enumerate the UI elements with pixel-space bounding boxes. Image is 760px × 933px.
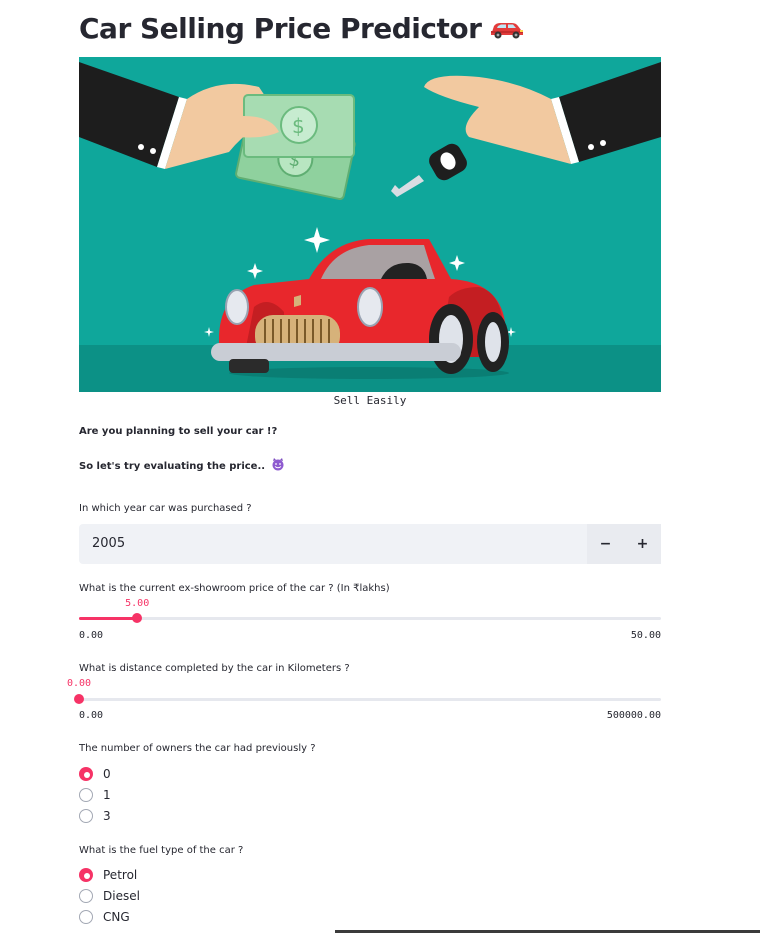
radio-option-label: 1 (103, 788, 111, 802)
km-slider-min: 0.00 (79, 710, 104, 721)
fuel-option-diesel[interactable]: Diesel (79, 887, 140, 905)
price-slider-thumb[interactable] (132, 613, 143, 623)
hero-image: $ $ (79, 57, 661, 392)
fuel-option-cng[interactable]: CNG (79, 908, 130, 926)
increment-button[interactable]: + (624, 524, 661, 564)
svg-text:$: $ (292, 114, 305, 138)
year-number-input[interactable]: 2005 − + (79, 524, 661, 564)
intro-prompt: So let's try evaluating the price.. (79, 458, 285, 474)
price-slider-label: What is the current ex-showroom price of… (79, 583, 390, 594)
price-slider-min: 0.00 (79, 630, 104, 641)
smiling-devil-emoji-icon (271, 458, 285, 474)
radio-button[interactable] (79, 767, 93, 781)
radio-button[interactable] (79, 809, 93, 823)
owners-option-3[interactable]: 3 (79, 807, 111, 825)
radio-button[interactable] (79, 889, 93, 903)
intro-prompt-text: So let's try evaluating the price.. (79, 461, 266, 472)
owners-option-1[interactable]: 1 (79, 786, 111, 804)
fuel-radio-label: What is the fuel type of the car ? (79, 845, 244, 856)
radio-option-label: Diesel (103, 889, 140, 903)
km-slider-value: 0.00 (66, 678, 92, 689)
price-slider[interactable] (79, 613, 661, 623)
hero-caption: Sell Easily (333, 394, 407, 407)
year-input-value[interactable]: 2005 (92, 536, 125, 551)
radio-button[interactable] (79, 910, 93, 924)
owners-option-0[interactable]: 0 (79, 765, 111, 783)
page-title: Car Selling Price Predictor (79, 12, 525, 47)
intro-question: Are you planning to sell your car !? (79, 426, 278, 437)
price-slider-max: 50.00 (630, 630, 661, 641)
owners-radio-label: The number of owners the car had previou… (79, 743, 316, 754)
km-slider-label: What is distance completed by the car in… (79, 663, 350, 674)
km-slider[interactable] (74, 694, 661, 704)
radio-option-label: 0 (103, 767, 111, 781)
radio-option-label: 3 (103, 809, 111, 823)
price-slider-fill (79, 617, 138, 620)
year-input-label: In which year car was purchased ? (79, 503, 252, 514)
radio-button[interactable] (79, 788, 93, 802)
price-slider-value: 5.00 (125, 598, 150, 609)
radio-button[interactable] (79, 868, 93, 882)
km-slider-max: 500000.00 (606, 710, 661, 721)
radio-option-label: CNG (103, 910, 130, 924)
km-slider-thumb[interactable] (74, 694, 84, 704)
fuel-option-petrol[interactable]: Petrol (79, 866, 137, 884)
page-title-text: Car Selling Price Predictor (79, 12, 482, 45)
radio-option-label: Petrol (103, 868, 138, 882)
decrement-button[interactable]: − (587, 524, 624, 564)
car-emoji-icon (489, 14, 525, 47)
